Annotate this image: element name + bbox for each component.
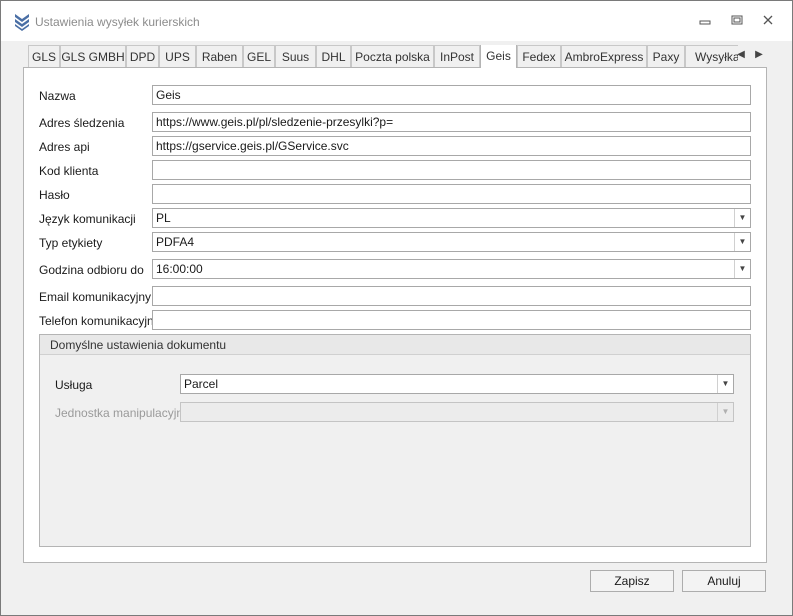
telefon-input[interactable] bbox=[152, 310, 751, 330]
minimize-icon[interactable] bbox=[695, 13, 715, 29]
tab-poczta-polska[interactable]: Poczta polska bbox=[351, 45, 434, 68]
tab-scroll-left-icon[interactable]: ◀ bbox=[734, 47, 748, 63]
godzina-odbioru-label: Godzina odbioru do bbox=[39, 263, 144, 277]
adres-api-label: Adres api bbox=[39, 140, 90, 154]
telefon-label: Telefon komunikacyjny bbox=[39, 314, 160, 328]
usluga-select[interactable]: Parcel ▼ bbox=[180, 374, 734, 394]
chevron-down-icon[interactable]: ▼ bbox=[717, 375, 733, 393]
typ-etykiety-value: PDFA4 bbox=[156, 235, 195, 249]
typ-etykiety-select[interactable]: PDFA4 ▼ bbox=[152, 232, 751, 252]
haslo-input[interactable] bbox=[152, 184, 751, 204]
email-label: Email komunikacyjny bbox=[39, 290, 152, 304]
kod-klienta-input[interactable] bbox=[152, 160, 751, 180]
group-title: Domyślne ustawienia dokumentu bbox=[50, 338, 227, 352]
chevron-down-icon[interactable]: ▼ bbox=[734, 260, 750, 278]
tab-paxy[interactable]: Paxy bbox=[647, 45, 685, 68]
tab-geis[interactable]: Geis bbox=[480, 45, 517, 68]
godzina-odbioru-value: 16:00:00 bbox=[156, 262, 203, 276]
close-icon[interactable] bbox=[758, 13, 778, 29]
cancel-button[interactable]: Anuluj bbox=[682, 570, 766, 592]
save-button[interactable]: Zapisz bbox=[590, 570, 674, 592]
tab-gel[interactable]: GEL bbox=[243, 45, 275, 68]
carrier-tabs: GLS GLS GMBH DPD UPS Raben GEL Suus DHL … bbox=[28, 45, 738, 68]
tab-raben[interactable]: Raben bbox=[196, 45, 243, 68]
tab-inpost[interactable]: InPost bbox=[434, 45, 480, 68]
tab-scroll-right-icon[interactable]: ▶ bbox=[752, 47, 766, 63]
email-input[interactable] bbox=[152, 286, 751, 306]
adres-sledzenia-input[interactable]: https://www.geis.pl/pl/sledzenie-przesyl… bbox=[152, 112, 751, 132]
typ-etykiety-label: Typ etykiety bbox=[39, 236, 103, 250]
tab-suus[interactable]: Suus bbox=[275, 45, 316, 68]
window-title: Ustawienia wysyłek kurierskich bbox=[35, 15, 200, 29]
adres-api-input[interactable]: https://gservice.geis.pl/GService.svc bbox=[152, 136, 751, 156]
haslo-label: Hasło bbox=[39, 188, 70, 202]
default-document-settings-group: Domyślne ustawienia dokumentu Usługa Par… bbox=[39, 334, 751, 547]
jednostka-label: Jednostka manipulacyjna bbox=[55, 406, 190, 420]
tab-content-panel: Nazwa Geis Adres śledzenia https://www.g… bbox=[23, 67, 767, 563]
tab-gls[interactable]: GLS bbox=[28, 45, 60, 68]
jednostka-select: ▼ bbox=[180, 402, 734, 422]
chevron-down-icon: ▼ bbox=[717, 403, 733, 421]
tab-fedex[interactable]: Fedex bbox=[517, 45, 561, 68]
jezyk-select[interactable]: PL ▼ bbox=[152, 208, 751, 228]
nazwa-input[interactable]: Geis bbox=[152, 85, 751, 105]
adres-sledzenia-label: Adres śledzenia bbox=[39, 116, 125, 130]
settings-window: Ustawienia wysyłek kurierskich GLS GLS G… bbox=[0, 0, 793, 616]
nazwa-label: Nazwa bbox=[39, 89, 76, 103]
jezyk-value: PL bbox=[156, 211, 171, 225]
godzina-odbioru-select[interactable]: 16:00:00 ▼ bbox=[152, 259, 751, 279]
usluga-value: Parcel bbox=[184, 377, 219, 391]
app-logo-icon bbox=[14, 13, 30, 31]
restore-icon[interactable] bbox=[727, 13, 747, 29]
jezyk-label: Język komunikacji bbox=[39, 212, 136, 226]
tab-dpd[interactable]: DPD bbox=[126, 45, 159, 68]
title-bar: Ustawienia wysyłek kurierskich bbox=[1, 1, 792, 41]
tab-ups[interactable]: UPS bbox=[159, 45, 196, 68]
group-header: Domyślne ustawienia dokumentu bbox=[40, 335, 750, 355]
tab-ambroexpress[interactable]: AmbroExpress bbox=[561, 45, 647, 68]
chevron-down-icon[interactable]: ▼ bbox=[734, 209, 750, 227]
tab-gls-gmbh[interactable]: GLS GMBH bbox=[60, 45, 126, 68]
tab-dhl[interactable]: DHL bbox=[316, 45, 351, 68]
chevron-down-icon[interactable]: ▼ bbox=[734, 233, 750, 251]
kod-klienta-label: Kod klienta bbox=[39, 164, 99, 178]
tab-wysylka[interactable]: Wysyłka bbox=[685, 45, 738, 68]
usluga-label: Usługa bbox=[55, 378, 93, 392]
